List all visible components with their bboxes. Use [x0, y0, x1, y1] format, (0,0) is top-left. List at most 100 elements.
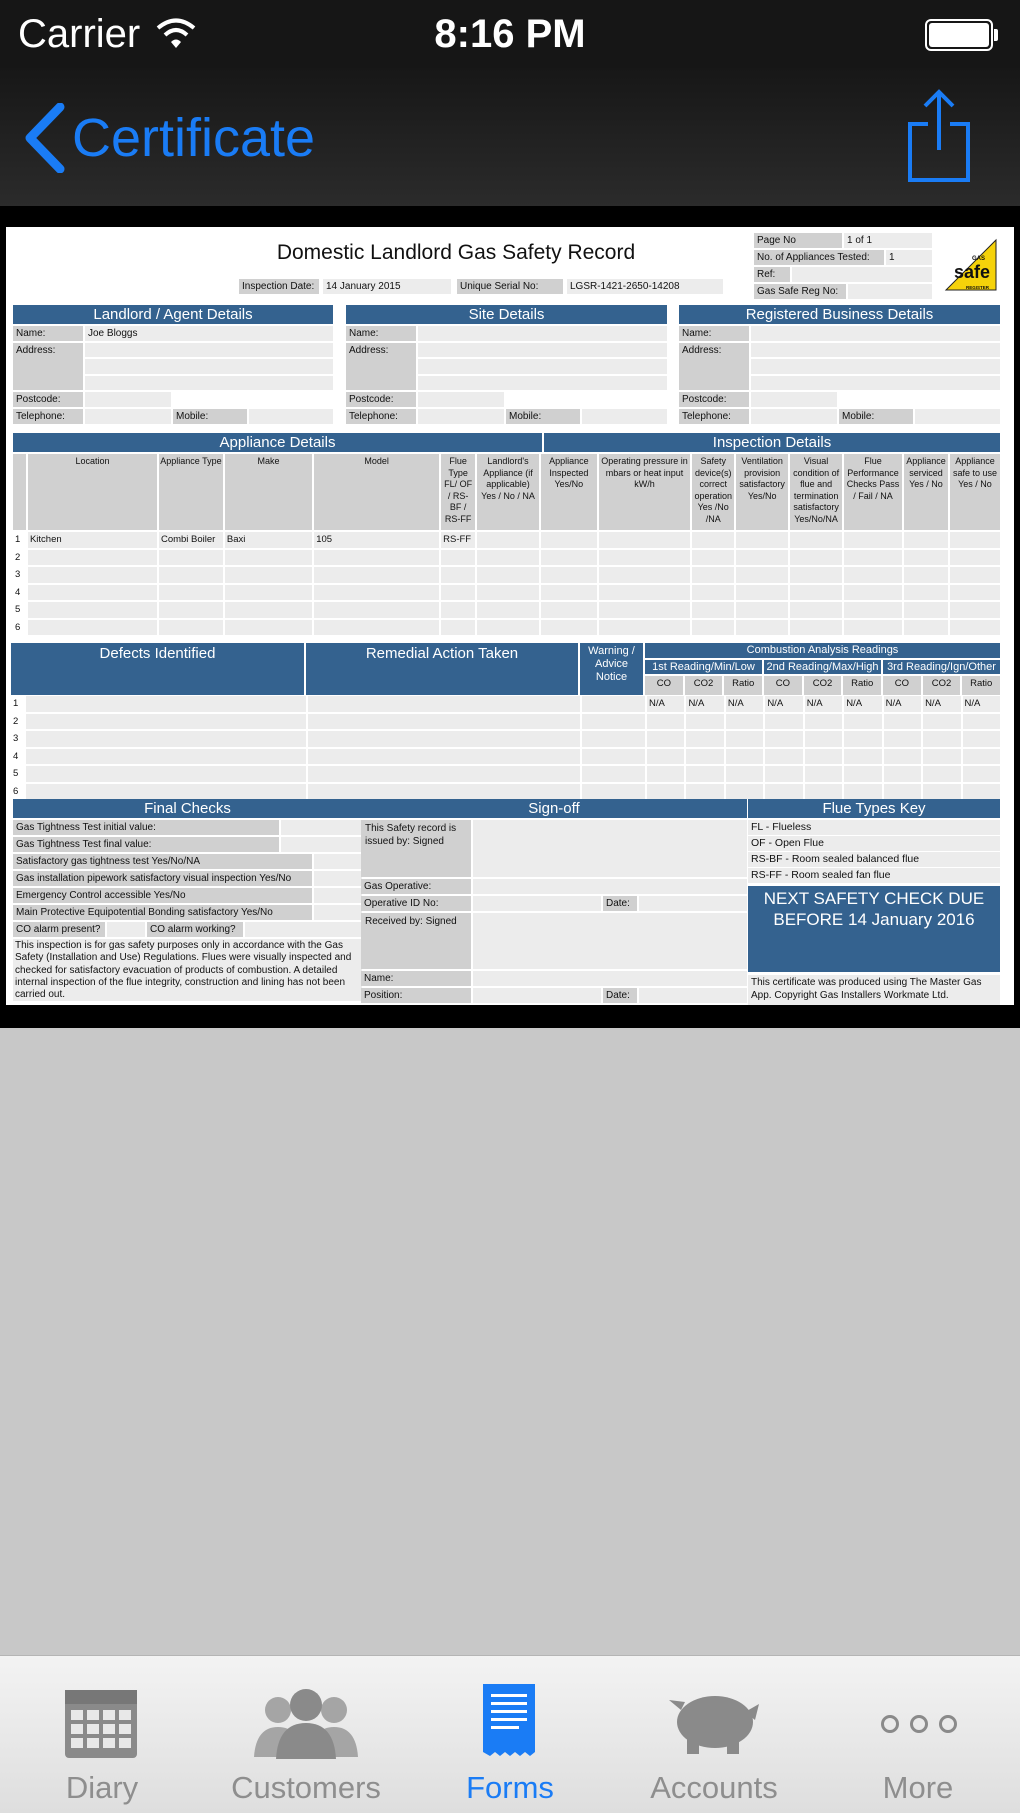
- col-ratio: Ratio: [962, 676, 1001, 695]
- cell-type: Combi Boiler: [158, 532, 223, 548]
- page-info: Page No 1 of 1 No. of Appliances Tested: 1…: [754, 233, 932, 299]
- date-label: Date:: [603, 896, 637, 911]
- defects-header: Defects Identified: [11, 643, 304, 695]
- form-icon: [483, 1684, 535, 1756]
- name-label: Name:: [361, 971, 471, 986]
- final-checks-header: Final Checks: [13, 799, 362, 818]
- row-number: 6: [11, 783, 24, 799]
- reading-columns: CO CO2 Ratio CO CO2 Ratio CO CO2 Ratio: [645, 676, 1001, 695]
- col-make: Make: [224, 454, 313, 530]
- reading-cell: N/A: [923, 696, 961, 712]
- reading-cell: N/A: [647, 696, 685, 712]
- tab-customers[interactable]: Customers: [204, 1660, 408, 1813]
- col-co2: CO2: [922, 676, 961, 695]
- battery-tip: [994, 29, 998, 41]
- business-address-label: Address:: [679, 343, 749, 390]
- cell-make: Baxi: [224, 532, 313, 548]
- business-section: Registered Business Details Name: Addres…: [679, 305, 1000, 424]
- reading-cell: N/A: [844, 696, 882, 712]
- gas-safe-logo: GAS safe REGISTER: [942, 236, 1000, 294]
- check-initial-value: Gas Tightness Test initial value:: [13, 820, 279, 835]
- reading-cell: N/A: [765, 696, 803, 712]
- business-postcode-label: Postcode:: [679, 392, 749, 407]
- ref-label: Ref:: [754, 267, 790, 282]
- landlord-header: Landlord / Agent Details: [13, 305, 333, 324]
- certificate-document: Domestic Landlord Gas Safety Record Insp…: [6, 227, 1014, 1005]
- footer-note: This certificate was produced using The …: [748, 975, 1000, 1005]
- flue-key-item: OF - Open Flue: [748, 836, 1000, 851]
- reading-cell: N/A: [883, 696, 922, 712]
- inspection-info: Inspection Date: 14 January 2015 Unique …: [239, 279, 723, 294]
- site-telephone-label: Telephone:: [346, 409, 416, 424]
- row-number: 1: [11, 696, 24, 712]
- col-appliance-type: Appliance Type: [158, 454, 223, 530]
- date-label: Date:: [603, 988, 637, 1003]
- operative-id-label: Operative ID No:: [361, 896, 471, 911]
- col-appliance-serviced: Appliance serviced Yes / No: [904, 454, 948, 530]
- col-location: Location: [27, 454, 157, 530]
- appliances-tested-value: 1: [886, 250, 932, 265]
- table-row: 6: [11, 783, 1000, 799]
- row-number: 2: [11, 713, 24, 729]
- col-co2: CO2: [803, 676, 842, 695]
- more-icon: [881, 1715, 957, 1733]
- row-number: 3: [11, 731, 24, 747]
- cell-location: Kitchen: [27, 532, 157, 548]
- share-button[interactable]: [906, 88, 972, 184]
- row-number: 6: [13, 619, 26, 635]
- table-row: 2: [11, 713, 1000, 729]
- tab-forms[interactable]: Forms: [408, 1660, 612, 1813]
- gas-safe-value: [848, 284, 932, 299]
- check-pipework: Gas installation pipework satisfactory v…: [13, 871, 312, 886]
- remedial-header: Remedial Action Taken: [306, 643, 578, 695]
- issued-by-label: This Safety record is issued by: Signed: [361, 820, 471, 877]
- reading-cell: N/A: [804, 696, 843, 712]
- serial-label: Unique Serial No:: [457, 279, 563, 294]
- site-mobile-label: Mobile:: [506, 409, 580, 424]
- flue-key-item: RS-FF - Room sealed fan flue: [748, 868, 1000, 883]
- warning-notice-header: Warning / Advice Notice: [580, 643, 643, 695]
- signoff-section: Sign-off This Safety record is issued by…: [361, 799, 747, 1003]
- col-co: CO: [764, 676, 802, 695]
- page-no-value: 1 of 1: [844, 233, 932, 248]
- reading-cell: N/A: [686, 696, 724, 712]
- document-title: Domestic Landlord Gas Safety Record: [276, 241, 636, 264]
- tab-more[interactable]: More: [816, 1660, 1020, 1813]
- col-co2: CO2: [684, 676, 723, 695]
- inspection-date-label: Inspection Date:: [239, 279, 319, 294]
- table-row: 2: [13, 549, 1000, 565]
- tab-diary[interactable]: Diary: [0, 1660, 204, 1813]
- table-row: 3: [11, 731, 1000, 747]
- business-header: Registered Business Details: [679, 305, 1000, 324]
- appliance-table: Location Appliance Type Make Model Flue …: [11, 452, 1002, 637]
- col-ratio: Ratio: [724, 676, 763, 695]
- back-button[interactable]: Certificate: [22, 98, 315, 178]
- col-flue-performance: Flue Performance Checks Pass / Fail / NA: [844, 454, 902, 530]
- reading-2-header: 2nd Reading/Max/High: [764, 660, 881, 674]
- col-flue-type: Flue Type FL/ OF / RS-BF / RS-FF: [441, 454, 476, 530]
- table-row: 5: [13, 602, 1000, 618]
- logo-main-text: safe: [954, 262, 991, 282]
- col-ratio: Ratio: [843, 676, 882, 695]
- col-appliance-safe: Appliance safe to use Yes / No: [949, 454, 1000, 530]
- reading-1-header: 1st Reading/Min/Low: [645, 660, 762, 674]
- table-row: 1 Kitchen Combi Boiler Baxi 105 RS-FF: [13, 532, 1000, 548]
- row-number: 3: [13, 567, 26, 583]
- business-mobile-label: Mobile:: [839, 409, 913, 424]
- landlord-name-value: Joe Bloggs: [85, 326, 333, 341]
- piggy-bank-icon: [669, 1696, 759, 1754]
- reading-cell: N/A: [962, 696, 1000, 712]
- cell-model: 105: [314, 532, 440, 548]
- table-row: 6: [13, 619, 1000, 635]
- co-alarm-working-label: CO alarm working?: [147, 922, 243, 937]
- tab-accounts[interactable]: Accounts: [612, 1660, 816, 1813]
- cell-flue: RS-FF: [441, 532, 476, 548]
- site-header: Site Details: [346, 305, 667, 324]
- table-row: 1 N/A N/A N/A N/A N/A N/A N/A N/A N/A: [11, 696, 1000, 712]
- tab-label: Forms: [466, 1770, 554, 1805]
- landlord-mobile-label: Mobile:: [173, 409, 247, 424]
- gas-operative-label: Gas Operative:: [361, 879, 471, 894]
- tab-label: Diary: [65, 1770, 139, 1805]
- business-telephone-label: Telephone:: [679, 409, 749, 424]
- status-bar: Carrier 8:16 PM: [0, 0, 1020, 68]
